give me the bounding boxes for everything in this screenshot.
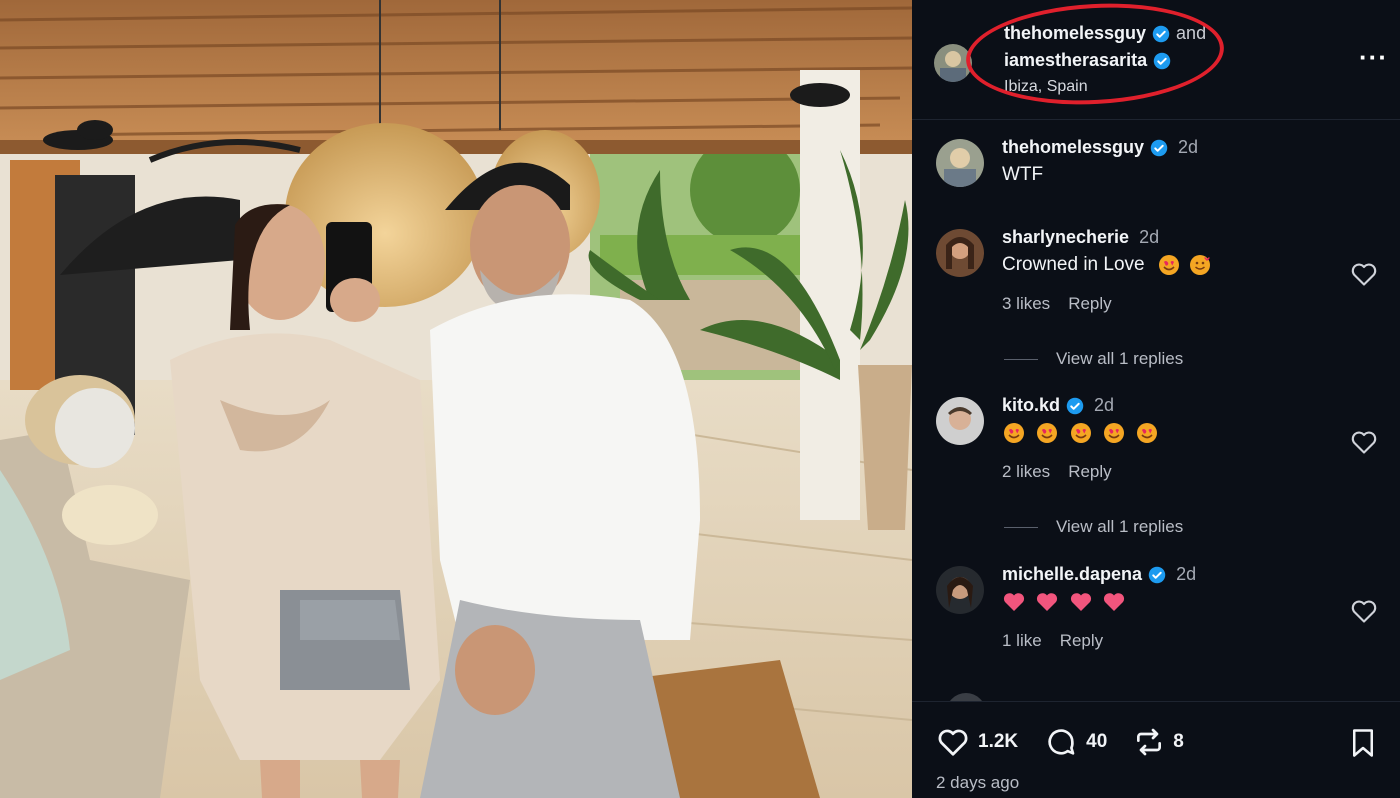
heart-eyes-emoji	[1037, 423, 1058, 443]
comment-time: 2d	[1178, 137, 1199, 157]
post-time-ago: 2 days ago	[936, 773, 1020, 792]
view-replies-link[interactable]: View all 1 replies	[1004, 349, 1183, 369]
verified-badge-icon	[1152, 25, 1170, 42]
like-action[interactable]: 1.2K	[936, 727, 1018, 757]
verified-badge-icon	[1066, 397, 1084, 414]
pink-heart-emoji	[1103, 593, 1124, 611]
comment-body: sharlynecherie 2d Crowned in Love 3 like…	[1002, 227, 1215, 314]
header-and: and	[1176, 23, 1207, 43]
view-replies-label[interactable]: View all 1 replies	[1056, 349, 1183, 369]
repost-action[interactable]: 8	[1133, 726, 1184, 758]
header-names: thehomelessguy and iamestherasarita Ibiz…	[1004, 20, 1206, 100]
verified-badge-icon	[1148, 566, 1166, 583]
heart-eyes-emoji	[1158, 255, 1179, 275]
post-footer: 1.2K 40 8 2 days ago	[912, 701, 1400, 798]
comment-likes[interactable]: 1 like	[1002, 631, 1042, 650]
heart-icon[interactable]	[1350, 598, 1378, 624]
header-location[interactable]: Ibiza, Spain	[1004, 74, 1206, 100]
comment-text: Crowned in Love	[1002, 254, 1215, 276]
header-avatar[interactable]	[934, 44, 972, 82]
smiling-hearts-emoji	[1190, 255, 1211, 275]
comment-avatar-partial[interactable]	[946, 693, 986, 701]
comments-count: 40	[1086, 731, 1108, 752]
comment-emojis	[1002, 591, 1196, 613]
verified-badge-icon	[1153, 52, 1171, 69]
heart-icon[interactable]	[1350, 429, 1378, 455]
reply-button[interactable]: Reply	[1068, 462, 1111, 481]
post-sidebar: thehomelessguy and iamestherasarita Ibiz…	[912, 0, 1400, 798]
pink-heart-emoji	[1070, 593, 1091, 611]
comment-body: kito.kd 2d 2 likes Reply	[1002, 395, 1163, 482]
reply-button[interactable]: Reply	[1068, 294, 1111, 313]
comment-meta: 2 likes Reply	[1002, 462, 1163, 482]
heart-eyes-emoji	[1004, 423, 1024, 443]
heart-icon[interactable]	[936, 727, 970, 757]
likes-count: 1.2K	[978, 731, 1019, 752]
comment-username[interactable]: michelle.dapena	[1002, 564, 1142, 585]
comment-icon[interactable]	[1044, 726, 1078, 758]
comment-action[interactable]: 40	[1044, 726, 1107, 758]
header-user1[interactable]: thehomelessguy	[1004, 20, 1146, 47]
action-bar: 1.2K 40 8	[936, 726, 1210, 758]
replies-divider	[1004, 526, 1038, 528]
heart-icon[interactable]	[1350, 261, 1378, 287]
more-icon[interactable]: ···	[1359, 44, 1388, 70]
comment-time: 2d	[1094, 395, 1115, 415]
reposts-count: 8	[1173, 731, 1184, 752]
view-replies-link[interactable]: View all 1 replies	[1004, 517, 1183, 537]
comment-avatar[interactable]	[936, 139, 984, 187]
comment-text-content: Crowned in Love	[1002, 254, 1145, 276]
comment-time: 2d	[1139, 227, 1160, 247]
heart-eyes-emoji	[1070, 423, 1091, 443]
comment-username[interactable]: sharlynecherie	[1002, 227, 1129, 248]
heart-eyes-emoji	[1103, 423, 1124, 443]
comment-meta: 3 likes Reply	[1002, 294, 1215, 314]
post-header: thehomelessguy and iamestherasarita Ibiz…	[912, 0, 1400, 120]
comments-list[interactable]: thehomelessguy 2d WTF sharlynecherie 2d …	[912, 121, 1400, 701]
comment-body: michelle.dapena 2d 1 like Reply	[1002, 564, 1196, 651]
comment-likes[interactable]: 3 likes	[1002, 294, 1050, 313]
post-photo[interactable]	[0, 0, 912, 798]
comment-username[interactable]: thehomelessguy	[1002, 137, 1144, 158]
comment-avatar[interactable]	[936, 397, 984, 445]
photo-illustration	[0, 0, 912, 798]
comment-body: thehomelessguy 2d WTF	[1002, 137, 1198, 186]
repost-icon[interactable]	[1133, 726, 1165, 758]
verified-badge-icon	[1150, 139, 1168, 156]
heart-eyes-emoji	[1137, 423, 1158, 443]
comment-likes[interactable]: 2 likes	[1002, 462, 1050, 481]
bookmark-icon[interactable]	[1348, 726, 1378, 760]
comment-avatar[interactable]	[936, 229, 984, 277]
comment-avatar[interactable]	[936, 566, 984, 614]
pink-heart-emoji	[1037, 593, 1058, 611]
comment-emojis	[1002, 422, 1163, 444]
comment-text: WTF	[1002, 164, 1044, 185]
view-replies-label[interactable]: View all 1 replies	[1056, 517, 1183, 537]
header-user2[interactable]: iamestherasarita	[1004, 47, 1147, 74]
reply-button[interactable]: Reply	[1060, 631, 1103, 650]
comment-username[interactable]: kito.kd	[1002, 395, 1060, 416]
pink-heart-emoji	[1003, 593, 1025, 611]
replies-divider	[1004, 358, 1038, 360]
comment-meta: 1 like Reply	[1002, 631, 1196, 651]
comment-time: 2d	[1176, 564, 1197, 584]
